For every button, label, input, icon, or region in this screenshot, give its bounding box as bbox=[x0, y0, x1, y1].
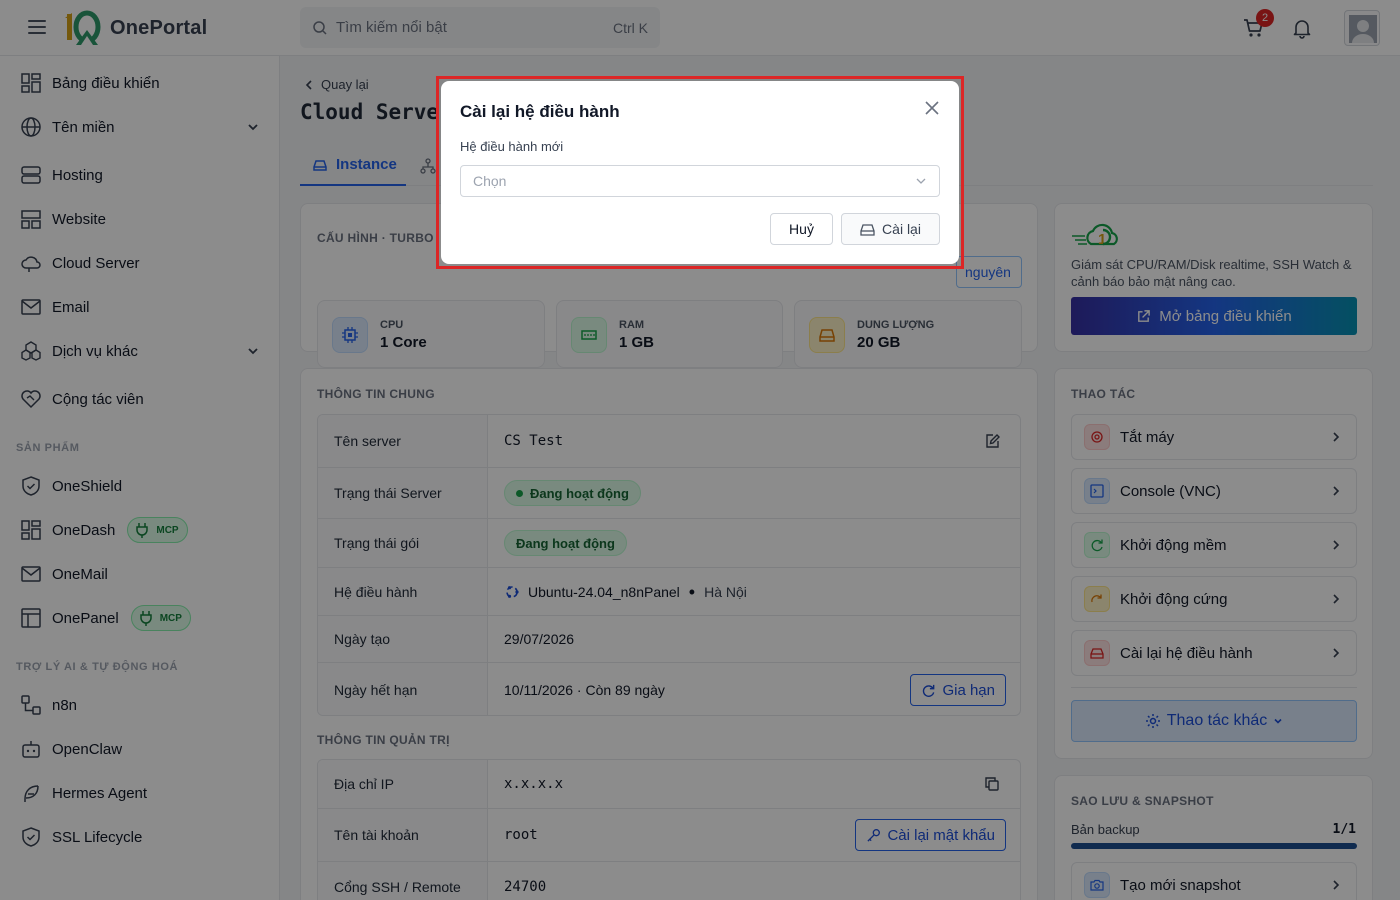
hard-drive-icon bbox=[860, 223, 875, 236]
os-select-placeholder: Chọn bbox=[473, 173, 507, 189]
reinstall-os-dialog: Cài lại hệ điều hành Hệ điều hành mới Ch… bbox=[441, 81, 959, 264]
reinstall-button[interactable]: Cài lại bbox=[841, 213, 940, 245]
reinstall-label: Cài lại bbox=[882, 221, 921, 237]
os-select[interactable]: Chọn bbox=[460, 165, 940, 197]
chevron-down-icon bbox=[916, 178, 926, 184]
close-icon[interactable] bbox=[923, 99, 941, 117]
os-field-label: Hệ điều hành mới bbox=[460, 139, 564, 154]
cancel-button[interactable]: Huỷ bbox=[770, 213, 833, 245]
dialog-title: Cài lại hệ điều hành bbox=[460, 102, 620, 121]
